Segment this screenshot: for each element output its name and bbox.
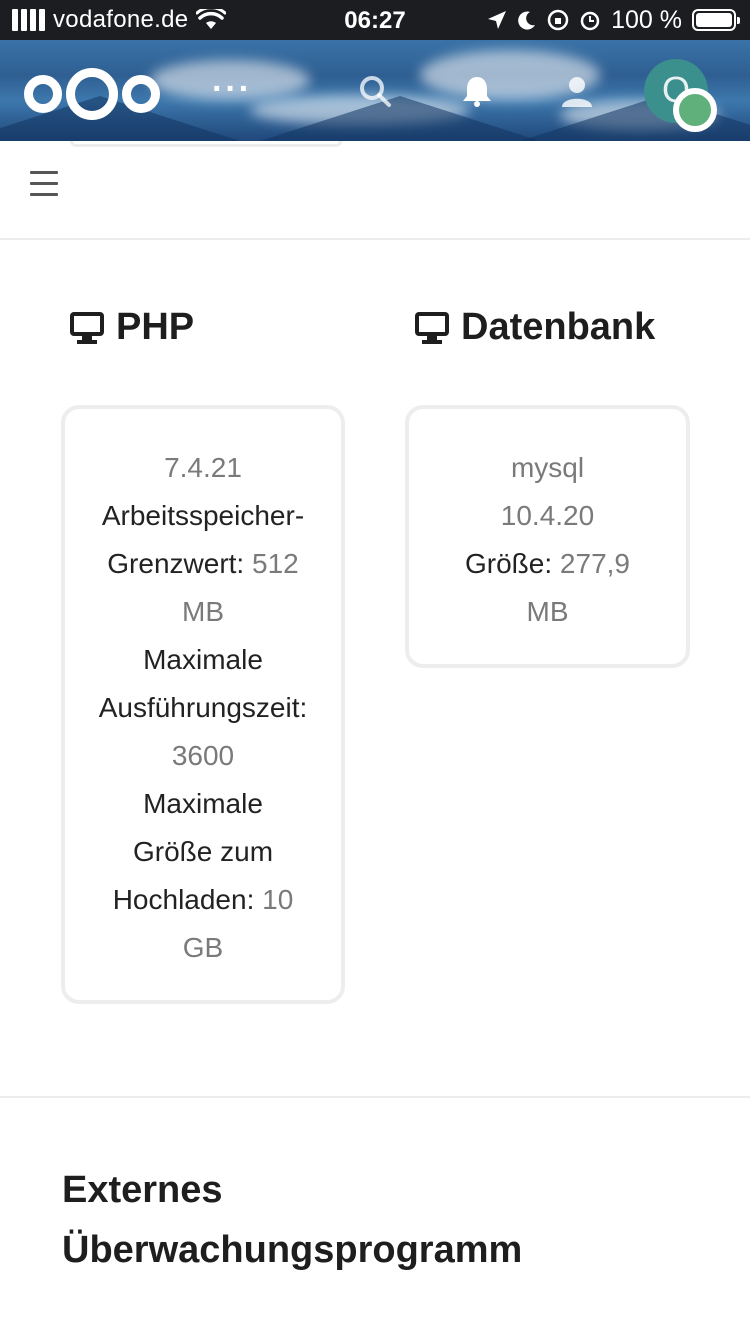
nextcloud-logo[interactable] — [24, 68, 160, 120]
alarm-icon — [580, 11, 600, 31]
app-header: ··· O — [0, 40, 750, 141]
external-monitoring-title: Externes Überwachungsprogramm — [62, 1160, 522, 1280]
search-icon[interactable] — [358, 74, 392, 108]
php-title: PHP — [116, 306, 195, 348]
database-section-title: Datenbank — [415, 306, 655, 349]
php-version: 7.4.21 — [164, 452, 242, 483]
php-info-card: 7.4.21 Arbeitsspeicher- Grenzwert: 512 M… — [61, 405, 345, 1004]
php-section-title: PHP — [70, 306, 194, 349]
location-icon — [488, 11, 507, 29]
navigation-menu-button[interactable] — [30, 171, 58, 199]
monitor-icon — [70, 311, 104, 344]
execution-time-value: 3600 — [171, 740, 235, 771]
database-title: Datenbank — [461, 306, 656, 348]
battery-icon — [692, 9, 740, 31]
memory-limit-label-2: Grenzwert: — [107, 548, 245, 579]
database-type: mysql — [510, 452, 585, 483]
monitor-icon — [415, 311, 449, 344]
status-bar: vodafone.de 06:27 100 % — [0, 0, 750, 40]
external-monitoring-title-line-1: Externes — [62, 1169, 223, 1211]
contacts-icon[interactable] — [560, 74, 594, 108]
notifications-icon[interactable] — [460, 74, 494, 108]
divider — [0, 1096, 750, 1098]
memory-limit-unit: MB — [182, 596, 224, 627]
rotation-lock-icon — [547, 9, 569, 31]
upload-size-label-3: Hochladen: — [112, 884, 255, 915]
memory-limit-value: 512 — [252, 548, 299, 579]
database-size-value: 277,9 — [559, 548, 630, 579]
database-size-label: Größe: — [465, 548, 553, 579]
header-background-mountain — [260, 96, 540, 141]
upload-size-label: Maximale — [143, 788, 263, 819]
execution-time-label-2: Ausführungszeit: — [98, 692, 308, 723]
status-right: 100 % — [487, 5, 740, 34]
upload-size-unit: GB — [182, 932, 224, 963]
upload-size-label-2: Größe zum — [132, 836, 274, 867]
upload-size-value: 10 — [262, 884, 294, 915]
moon-icon — [518, 11, 536, 30]
database-size-unit: MB — [526, 596, 569, 627]
memory-limit-label: Arbeitsspeicher- — [101, 500, 305, 531]
execution-time-label: Maximale — [143, 644, 263, 675]
divider — [0, 238, 750, 240]
user-status-indicator — [673, 88, 717, 132]
external-monitoring-title-line-2: Überwachungsprogramm — [62, 1229, 523, 1271]
battery-percent: 100 % — [611, 5, 682, 34]
more-apps-button[interactable]: ··· — [212, 70, 252, 109]
dropdown-edge — [70, 141, 342, 147]
database-info-card: mysql 10.4.20 Größe: 277,9 MB — [405, 405, 690, 668]
database-version: 10.4.20 — [500, 500, 595, 531]
